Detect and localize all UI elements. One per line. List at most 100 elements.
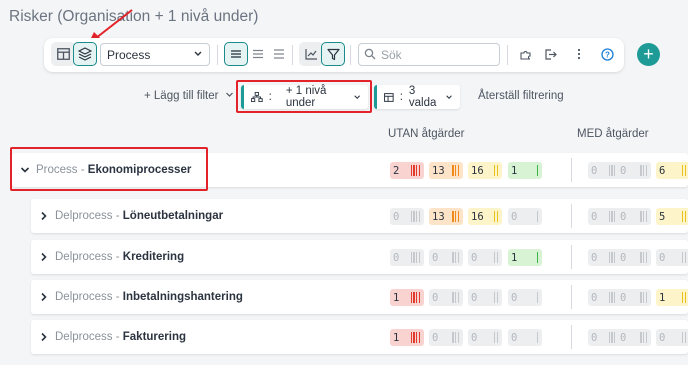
search-input[interactable]: Sök	[358, 43, 500, 66]
chevron-down-icon	[194, 51, 202, 56]
risk-count-value: 0	[620, 331, 627, 344]
chevron-down-icon	[353, 95, 360, 100]
risk-count-badge[interactable]: 1	[508, 249, 542, 266]
chevron-down-icon	[446, 95, 452, 99]
layers-button[interactable]	[73, 42, 97, 66]
risk-count-badge[interactable]: 0	[508, 289, 542, 306]
toolbar-divider	[507, 45, 508, 65]
chevron-right-icon[interactable]	[39, 252, 49, 262]
export-button[interactable]	[538, 42, 562, 66]
group-by-select[interactable]: Process	[100, 43, 210, 66]
risk-count-badge[interactable]: 0	[617, 208, 651, 225]
risk-count-value: 5	[659, 210, 666, 223]
column-divider	[571, 158, 572, 182]
risk-count-badge[interactable]: 1	[656, 289, 688, 306]
risk-count-badge[interactable]: 1	[508, 162, 542, 179]
chevron-down-icon[interactable]	[20, 165, 30, 175]
risk-count-badge[interactable]: 0	[656, 249, 688, 266]
reset-filter-link[interactable]: Återställ filtrering	[478, 90, 564, 102]
risk-count-value: 0	[511, 291, 518, 304]
table-icon	[384, 92, 394, 102]
table-view-button[interactable]	[51, 42, 75, 66]
chart-view-button[interactable]	[299, 42, 323, 66]
severity-bars-icon	[682, 165, 686, 176]
risk-count-badge[interactable]: 0	[617, 329, 651, 346]
risk-row-label: Process - Ekonomiprocesser	[36, 164, 191, 176]
risk-count-badge[interactable]: 0	[656, 329, 688, 346]
severity-bars-icon	[452, 252, 459, 263]
severity-bars-icon	[410, 332, 420, 343]
severity-bars-icon	[536, 332, 538, 343]
risk-count-badge[interactable]: 0	[390, 208, 424, 225]
risk-row[interactable]: Process - Ekonomiprocesser 2 13 16 1 0 0 6	[12, 153, 688, 187]
severity-bars-icon	[536, 165, 538, 176]
risk-count-value: 0	[620, 291, 627, 304]
risk-count-badge[interactable]: 16	[468, 162, 502, 179]
risk-count-badge[interactable]: 1	[390, 289, 424, 306]
risk-count-badge[interactable]: 0	[429, 249, 463, 266]
density-wide-button[interactable]	[267, 42, 291, 66]
risk-count-value: 1	[659, 291, 666, 304]
risk-count-badge[interactable]: 0	[468, 249, 502, 266]
risk-count-badge[interactable]: 2	[390, 162, 424, 179]
chevron-right-icon[interactable]	[39, 211, 49, 221]
risk-count-badge[interactable]: 5	[656, 208, 688, 225]
severity-bars-icon	[494, 165, 498, 176]
risk-count-value: 6	[659, 164, 666, 177]
density-compact-button[interactable]	[224, 42, 248, 66]
risk-count-badge[interactable]: 0	[429, 329, 463, 346]
level-filter-chip[interactable]: : + 1 nivå under	[241, 85, 368, 109]
risk-count-value: 0	[511, 331, 518, 344]
risk-row[interactable]: Delprocess - Löneutbetalningar 0 13 16 0 0 0 5	[31, 199, 688, 233]
level-type: Delprocess	[55, 251, 113, 263]
severity-bars-icon	[640, 211, 647, 222]
toolbar-divider	[292, 45, 293, 65]
risk-count-badge[interactable]: 13	[429, 162, 463, 179]
risk-count-value: 1	[511, 164, 518, 177]
risk-count-badge[interactable]: 0	[617, 249, 651, 266]
puzzle-button[interactable]	[513, 42, 537, 66]
risk-count-value: 0	[393, 251, 400, 264]
risk-count-badge[interactable]: 0	[617, 289, 651, 306]
risk-count-badge[interactable]: 0	[468, 329, 502, 346]
severity-bars-icon	[494, 211, 498, 222]
add-risk-button[interactable]: +	[637, 43, 660, 66]
risk-count-badge[interactable]: 0	[429, 289, 463, 306]
group-by-value: Process	[107, 48, 151, 62]
process-name: Inbetalningshantering	[122, 291, 243, 303]
risk-count-badge[interactable]: 0	[508, 208, 542, 225]
risk-count-badge[interactable]: 16	[468, 208, 502, 225]
risk-count-badge[interactable]: 13	[429, 208, 463, 225]
severity-bars-icon	[682, 211, 686, 222]
lines-icon	[253, 49, 263, 59]
risk-row[interactable]: Delprocess - Fakturering 1 0 0 0 0 0 0	[31, 320, 688, 354]
risk-count-value: 0	[432, 331, 439, 344]
more-options-button[interactable]	[567, 42, 591, 66]
severity-bars-icon	[494, 252, 498, 263]
risk-row[interactable]: Delprocess - Kreditering 0 0 0 1 0 0 0	[31, 240, 688, 274]
column-header-without: UTAN åtgärder	[388, 128, 465, 140]
chevron-down-icon	[225, 92, 233, 97]
risk-count-value: 0	[659, 331, 666, 344]
risk-row[interactable]: Delprocess - Inbetalningshantering 1 0 0 0 0 0…	[31, 280, 688, 314]
level-separator: -	[77, 164, 88, 176]
risk-count-badge[interactable]: 0	[617, 162, 651, 179]
risk-count-value: 0	[591, 291, 598, 304]
risk-count-badge[interactable]: 1	[390, 329, 424, 346]
risk-count-badge[interactable]: 0	[508, 329, 542, 346]
risk-count-badge[interactable]: 6	[656, 162, 688, 179]
help-button[interactable]: ?	[595, 42, 619, 66]
search-placeholder: Sök	[381, 48, 402, 62]
columns-filter-chip[interactable]: : 3 valda	[374, 85, 460, 109]
chevron-right-icon[interactable]	[39, 292, 49, 302]
risk-count-badge[interactable]: 0	[468, 289, 502, 306]
filter-button[interactable]	[321, 42, 345, 66]
layers-icon	[78, 47, 92, 61]
level-type: Process	[36, 164, 78, 176]
add-filter-button[interactable]: + Lägg till filter	[144, 90, 234, 102]
chevron-right-icon[interactable]	[39, 332, 49, 342]
risk-count-value: 0	[591, 251, 598, 264]
risk-count-badge[interactable]: 0	[390, 249, 424, 266]
severity-bars-icon	[682, 332, 686, 343]
severity-bars-icon	[536, 252, 538, 263]
